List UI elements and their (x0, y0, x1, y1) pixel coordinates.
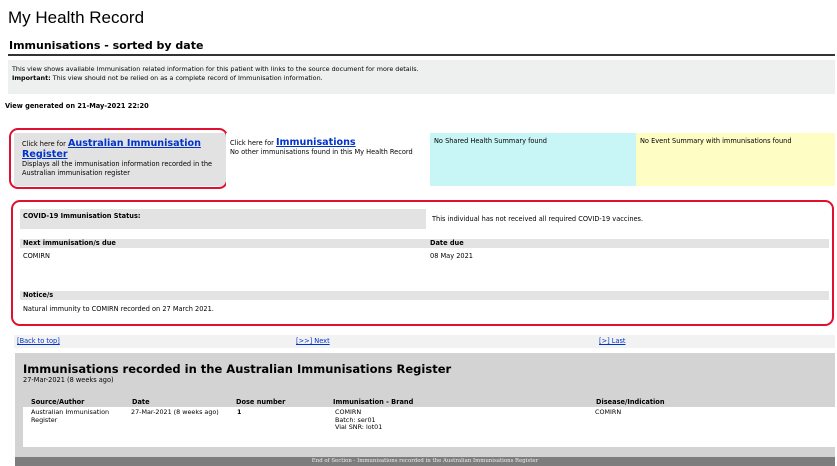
shs-card-text: No Shared Health Summary found (434, 137, 547, 145)
row-source: Australian Immunisation Register (31, 408, 110, 424)
next-due-label: Next immunisation/s due (23, 239, 116, 247)
section-divider (8, 54, 835, 56)
shared-health-summary-card: No Shared Health Summary found (430, 133, 636, 186)
register-date: 27-Mar-2021 (8 weeks ago) (23, 376, 114, 384)
section-title: Immunisations - sorted by date (9, 39, 204, 52)
covid-status-value: This individual has not received all req… (432, 215, 644, 223)
notice-label: Notice/s (23, 291, 54, 299)
event-summary-card: No Event Summary with immunisations foun… (636, 133, 835, 186)
row-vial: Vial SNR: lot01 (335, 423, 383, 432)
section-footer: End of Section - Immunisations recorded … (15, 457, 835, 466)
next-section-link[interactable]: [>>] Next (296, 335, 330, 348)
intro-important: Important: This view should not be relie… (12, 74, 831, 83)
imm-card-prefix: Click here for (230, 139, 276, 147)
date-due-value: 08 May 2021 (430, 252, 473, 260)
back-to-top-link[interactable]: [Back to top] (17, 335, 60, 348)
col-date-header: Date (132, 398, 150, 406)
last-section-link[interactable]: [>] Last (599, 335, 626, 348)
col-dose-header: Dose number (236, 398, 286, 406)
imm-card-description: No other immunisations found in this My … (230, 148, 413, 156)
section-navigation: [Back to top] [>>] Next [>] Last (14, 335, 835, 348)
date-due-label: Date due (430, 239, 464, 247)
row-disease: COMIRN (595, 408, 622, 416)
immunisations-link[interactable]: Immunisations (276, 137, 356, 148)
col-disease-header: Disease/Indication (596, 398, 665, 406)
air-card-highlight (9, 128, 228, 189)
covid-status-label: COVID-19 Immunisation Status: (20, 209, 426, 229)
register-title: Immunisations recorded in the Australian… (23, 362, 452, 376)
event-card-text: No Event Summary with immunisations foun… (640, 137, 792, 145)
row-brand: COMIRN Batch: ser01 Vial SNR: lot01 (335, 408, 383, 432)
col-source-header: Source/Author (31, 398, 85, 406)
notice-value: Natural immunity to COMIRN recorded on 2… (23, 305, 214, 313)
generated-timestamp: View generated on 21-May-2021 22:20 (5, 102, 149, 110)
page-title: My Health Record (8, 8, 145, 27)
col-brand-header: Immunisation - Brand (333, 398, 414, 406)
row-dose: 1 (237, 408, 242, 416)
important-label: Important: (12, 74, 51, 82)
important-text: This view should not be relied on as a c… (50, 74, 323, 82)
intro-text: This view shows available Immunisation r… (12, 65, 419, 73)
immunisations-link-card[interactable]: Click here for Immunisations No other im… (226, 133, 430, 186)
register-section: Immunisations recorded in the Australian… (15, 353, 835, 457)
intro-box: This view shows available Immunisation r… (8, 60, 835, 94)
next-due-value: COMIRN (23, 252, 50, 260)
row-date: 27-Mar-2021 (8 weeks ago) (131, 408, 219, 416)
